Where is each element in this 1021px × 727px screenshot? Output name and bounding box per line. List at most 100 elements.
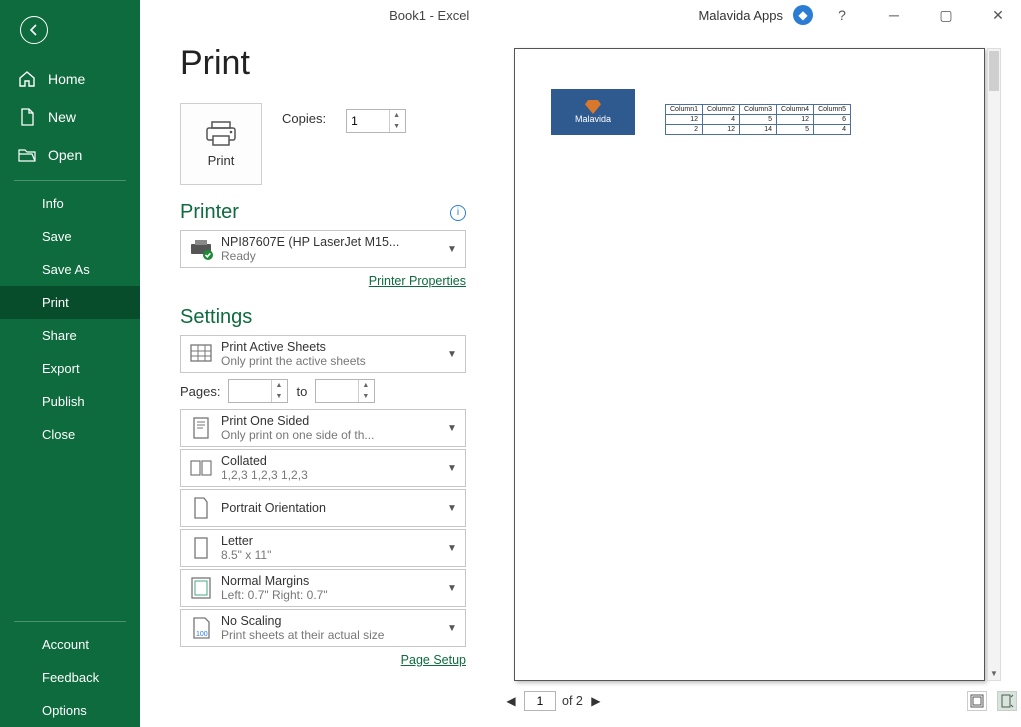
help-button[interactable]: ? [819, 0, 865, 30]
paper-dropdown[interactable]: Letter8.5" x 11" ▼ [180, 529, 466, 567]
prev-page-button[interactable]: ◀ [504, 694, 518, 708]
copies-input[interactable] [347, 112, 389, 130]
sidebar-item-home[interactable]: Home [0, 60, 140, 98]
pages-to-label: to [296, 384, 307, 399]
page-setup-link[interactable]: Page Setup [401, 653, 466, 667]
printer-dropdown[interactable]: NPI87607E (HP LaserJet M15... Ready ▼ [180, 230, 466, 268]
preview-scrollbar[interactable]: ▲ ▼ [987, 48, 1001, 681]
printer-heading: Printer [180, 201, 239, 224]
sidebar-item-save[interactable]: Save [0, 220, 140, 253]
dd-sub: Left: 0.7" Right: 0.7" [221, 588, 445, 602]
next-page-button[interactable]: ▶ [589, 694, 603, 708]
scaling-dropdown[interactable]: 100 No ScalingPrint sheets at their actu… [180, 609, 466, 647]
dd-sub: 8.5" x 11" [221, 548, 445, 562]
print-preview-panel: Malavida Column1Column2Column3Column4Col… [490, 30, 1021, 727]
margins-dropdown[interactable]: Normal MarginsLeft: 0.7" Right: 0.7" ▼ [180, 569, 466, 607]
app-icon[interactable]: ◆ [793, 5, 813, 25]
dd-title: Print One Sided [221, 414, 445, 428]
paper-icon [187, 534, 215, 562]
dd-title: Portrait Orientation [221, 501, 445, 515]
sidebar-item-open[interactable]: Open [0, 136, 140, 174]
dd-sub: Print sheets at their actual size [221, 628, 445, 642]
spin-up-icon[interactable]: ▲ [390, 110, 403, 121]
info-icon[interactable]: i [450, 205, 466, 221]
printer-name: NPI87607E (HP LaserJet M15... [221, 235, 445, 249]
sidebar-item-share[interactable]: Share [0, 319, 140, 352]
page-number-input[interactable] [524, 691, 556, 711]
dd-sub: Only print the active sheets [221, 354, 445, 368]
chevron-down-icon: ▼ [445, 463, 459, 474]
sidebar-label: Open [48, 147, 82, 163]
dd-sub: Only print on one side of th... [221, 428, 445, 442]
close-button[interactable]: ✕ [975, 0, 1021, 30]
print-settings-panel: Print Print Copies: ▲▼ Printer i NP [140, 30, 490, 727]
pages-from-input[interactable]: ▲▼ [228, 379, 288, 403]
print-what-dropdown[interactable]: Print Active SheetsOnly print the active… [180, 335, 466, 373]
zoom-to-page-button[interactable] [997, 691, 1017, 711]
printer-status: Ready [221, 249, 445, 263]
app-label: Malavida Apps [698, 8, 783, 23]
show-margins-button[interactable] [967, 691, 987, 711]
spin-down-icon[interactable]: ▼ [390, 121, 403, 132]
margins-icon [187, 574, 215, 602]
orientation-dropdown[interactable]: Portrait Orientation ▼ [180, 489, 466, 527]
dd-title: Normal Margins [221, 574, 445, 588]
sidebar-item-print[interactable]: Print [0, 286, 140, 319]
chevron-down-icon: ▼ [445, 244, 459, 255]
page-title: Print [180, 44, 466, 83]
sidebar-separator [14, 621, 126, 622]
sidebar-item-info[interactable]: Info [0, 187, 140, 220]
sheets-icon [187, 340, 215, 368]
sidebar-label: New [48, 109, 76, 125]
minimize-button[interactable]: ─ [871, 0, 917, 30]
pages-label: Pages: [180, 384, 220, 399]
shield-icon [585, 100, 601, 114]
sidebar-item-close[interactable]: Close [0, 418, 140, 451]
collated-dropdown[interactable]: Collated1,2,3 1,2,3 1,2,3 ▼ [180, 449, 466, 487]
pages-to-input[interactable]: ▲▼ [315, 379, 375, 403]
sidebar-label: Home [48, 71, 85, 87]
preview-page: Malavida Column1Column2Column3Column4Col… [514, 48, 985, 681]
page-icon [187, 414, 215, 442]
dd-sub: 1,2,3 1,2,3 1,2,3 [221, 468, 445, 482]
scroll-down-icon[interactable]: ▼ [988, 666, 1000, 680]
dd-title: Letter [221, 534, 445, 548]
table-row: 2121454 [666, 125, 851, 135]
sidebar-item-account[interactable]: Account [0, 628, 140, 661]
svg-text:100: 100 [196, 631, 208, 638]
back-button[interactable] [0, 0, 140, 60]
chevron-down-icon: ▼ [445, 423, 459, 434]
chevron-down-icon: ▼ [445, 543, 459, 554]
dd-title: Print Active Sheets [221, 340, 445, 354]
maximize-button[interactable]: ▢ [923, 0, 969, 30]
printer-device-icon [187, 235, 215, 263]
collated-icon [187, 454, 215, 482]
sidebar-item-options[interactable]: Options [0, 694, 140, 727]
print-button[interactable]: Print [180, 103, 262, 185]
copies-spinbox[interactable]: ▲▼ [346, 109, 406, 133]
preview-pager: ◀ of 2 ▶ [490, 687, 1021, 715]
sidebar-item-save-as[interactable]: Save As [0, 253, 140, 286]
scroll-thumb[interactable] [989, 51, 999, 91]
copies-label: Copies: [282, 111, 326, 126]
printer-properties-link[interactable]: Printer Properties [369, 274, 466, 288]
printer-icon [204, 121, 238, 147]
table-header: Column3 [740, 105, 777, 115]
dd-title: Collated [221, 454, 445, 468]
sidebar-item-export[interactable]: Export [0, 352, 140, 385]
sidebar-item-publish[interactable]: Publish [0, 385, 140, 418]
sidebar-item-feedback[interactable]: Feedback [0, 661, 140, 694]
preview-logo: Malavida [551, 89, 635, 135]
sidebar-item-new[interactable]: New [0, 98, 140, 136]
table-header: Column5 [814, 105, 851, 115]
new-icon [18, 108, 36, 126]
preview-table: Column1Column2Column3Column4Column512451… [665, 104, 851, 135]
home-icon [18, 70, 36, 88]
table-header: Column4 [777, 105, 814, 115]
chevron-down-icon: ▼ [445, 623, 459, 634]
print-button-label: Print [208, 153, 235, 168]
sided-dropdown[interactable]: Print One SidedOnly print on one side of… [180, 409, 466, 447]
chevron-down-icon: ▼ [445, 503, 459, 514]
table-header: Column2 [703, 105, 740, 115]
chevron-down-icon: ▼ [445, 349, 459, 360]
